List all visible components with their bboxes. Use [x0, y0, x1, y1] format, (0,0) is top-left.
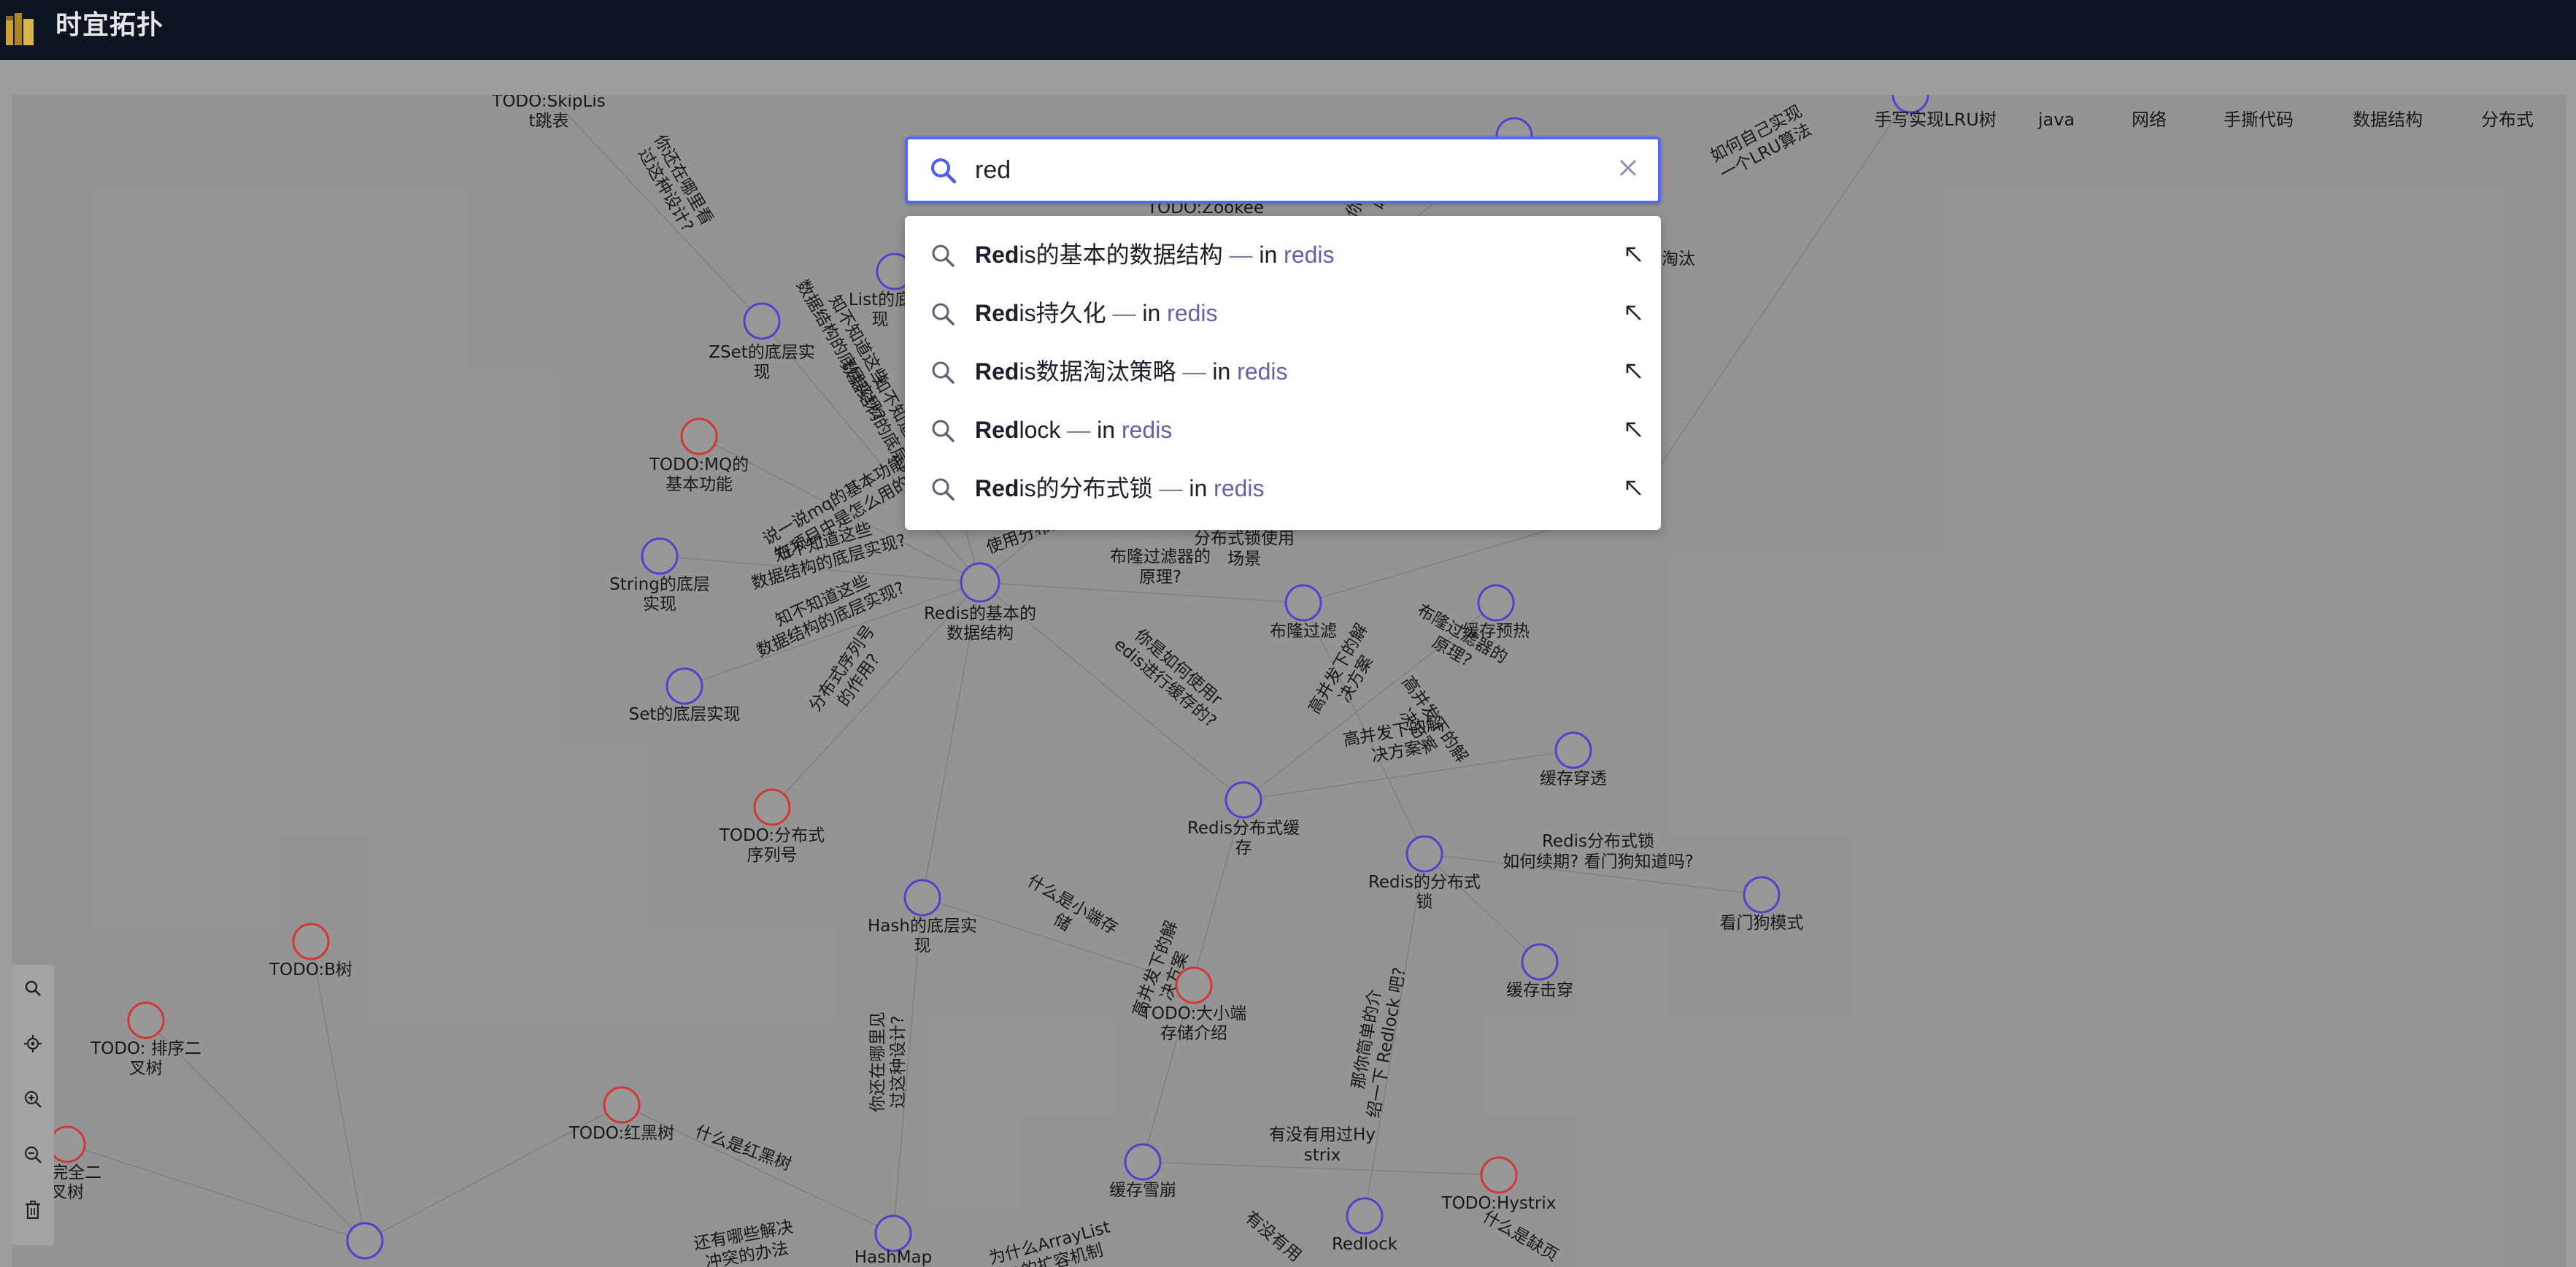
trash-icon — [26, 1201, 40, 1220]
search-box — [905, 136, 1661, 204]
book-logo-icon — [6, 13, 34, 45]
search-result-item[interactable]: Redis持久化 — in redis — [905, 285, 1661, 343]
search-result-text: Redis的基本的数据结构 — in redis — [975, 240, 1335, 269]
search-result-text: Redis数据淘汰策略 — in redis — [975, 357, 1288, 386]
toolbar-zoom-in-button[interactable] — [18, 1085, 47, 1114]
result-title: lock — [1019, 417, 1061, 443]
result-separator: — — [1067, 417, 1091, 443]
toolbar-zoom-out-button[interactable] — [18, 1140, 47, 1169]
clear-search-icon[interactable] — [1617, 157, 1639, 179]
result-separator: — — [1112, 300, 1136, 326]
result-in-label: in — [1189, 475, 1208, 501]
search-result-item[interactable]: Redis的基本的数据结构 — in redis — [905, 226, 1661, 285]
search-icon — [932, 420, 955, 442]
search-icon — [932, 244, 955, 267]
top-bar: 时宜拓扑 — [0, 0, 2576, 60]
jump-to-icon[interactable] — [1624, 304, 1643, 323]
jump-to-icon[interactable] — [1624, 479, 1643, 498]
search-icon — [932, 361, 955, 384]
result-category: redis — [1167, 300, 1218, 326]
jump-to-icon[interactable] — [1624, 362, 1643, 381]
toolbar-search-button[interactable] — [18, 974, 47, 1003]
jump-to-icon[interactable] — [1624, 420, 1643, 439]
result-separator: — — [1159, 475, 1183, 501]
result-separator: — — [1182, 358, 1206, 385]
search-icon — [25, 980, 41, 996]
search-icon — [932, 303, 955, 326]
result-separator: — — [1229, 242, 1253, 268]
graph-toolbar — [12, 965, 54, 1245]
toolbar-locate-button[interactable] — [18, 1029, 47, 1058]
search-icon — [932, 478, 955, 501]
result-match: Red — [975, 300, 1019, 326]
result-title: is数据淘汰策略 — [1019, 358, 1176, 385]
search-result-item[interactable]: Redlock — in redis — [905, 401, 1661, 460]
result-category: redis — [1214, 475, 1265, 501]
search-result-item[interactable]: Redis数据淘汰策略 — in redis — [905, 343, 1661, 401]
search-icon — [931, 158, 957, 184]
result-category: redis — [1237, 358, 1288, 385]
zoom-out-icon — [24, 1146, 42, 1163]
result-title: is的基本的数据结构 — [1019, 242, 1223, 268]
app-title: 时宜拓扑 — [55, 10, 164, 40]
result-title: is的分布式锁 — [1019, 475, 1153, 501]
result-match: Red — [975, 475, 1019, 501]
result-category: redis — [1284, 242, 1335, 268]
toolbar-delete-button[interactable] — [18, 1195, 47, 1225]
search-result-text: Redis的分布式锁 — in redis — [975, 474, 1265, 503]
result-in-label: in — [1097, 417, 1116, 443]
search-results-panel: Redis的基本的数据结构 — in redis Redis持久化 — in r… — [905, 216, 1661, 530]
result-category: redis — [1121, 417, 1173, 443]
result-in-label: in — [1212, 358, 1231, 385]
result-match: Red — [975, 417, 1019, 443]
result-title: is持久化 — [1019, 300, 1106, 326]
locate-icon — [24, 1035, 42, 1052]
result-in-label: in — [1259, 242, 1278, 268]
search-result-text: Redis持久化 — in redis — [975, 299, 1218, 328]
result-match: Red — [975, 242, 1019, 268]
jump-to-icon[interactable] — [1624, 245, 1643, 264]
search-input[interactable] — [975, 150, 1573, 190]
search-result-text: Redlock — in redis — [975, 415, 1172, 444]
result-match: Red — [975, 358, 1019, 385]
result-in-label: in — [1142, 300, 1161, 326]
zoom-in-icon — [24, 1090, 42, 1108]
search-result-item[interactable]: Redis的分布式锁 — in redis — [905, 460, 1661, 518]
